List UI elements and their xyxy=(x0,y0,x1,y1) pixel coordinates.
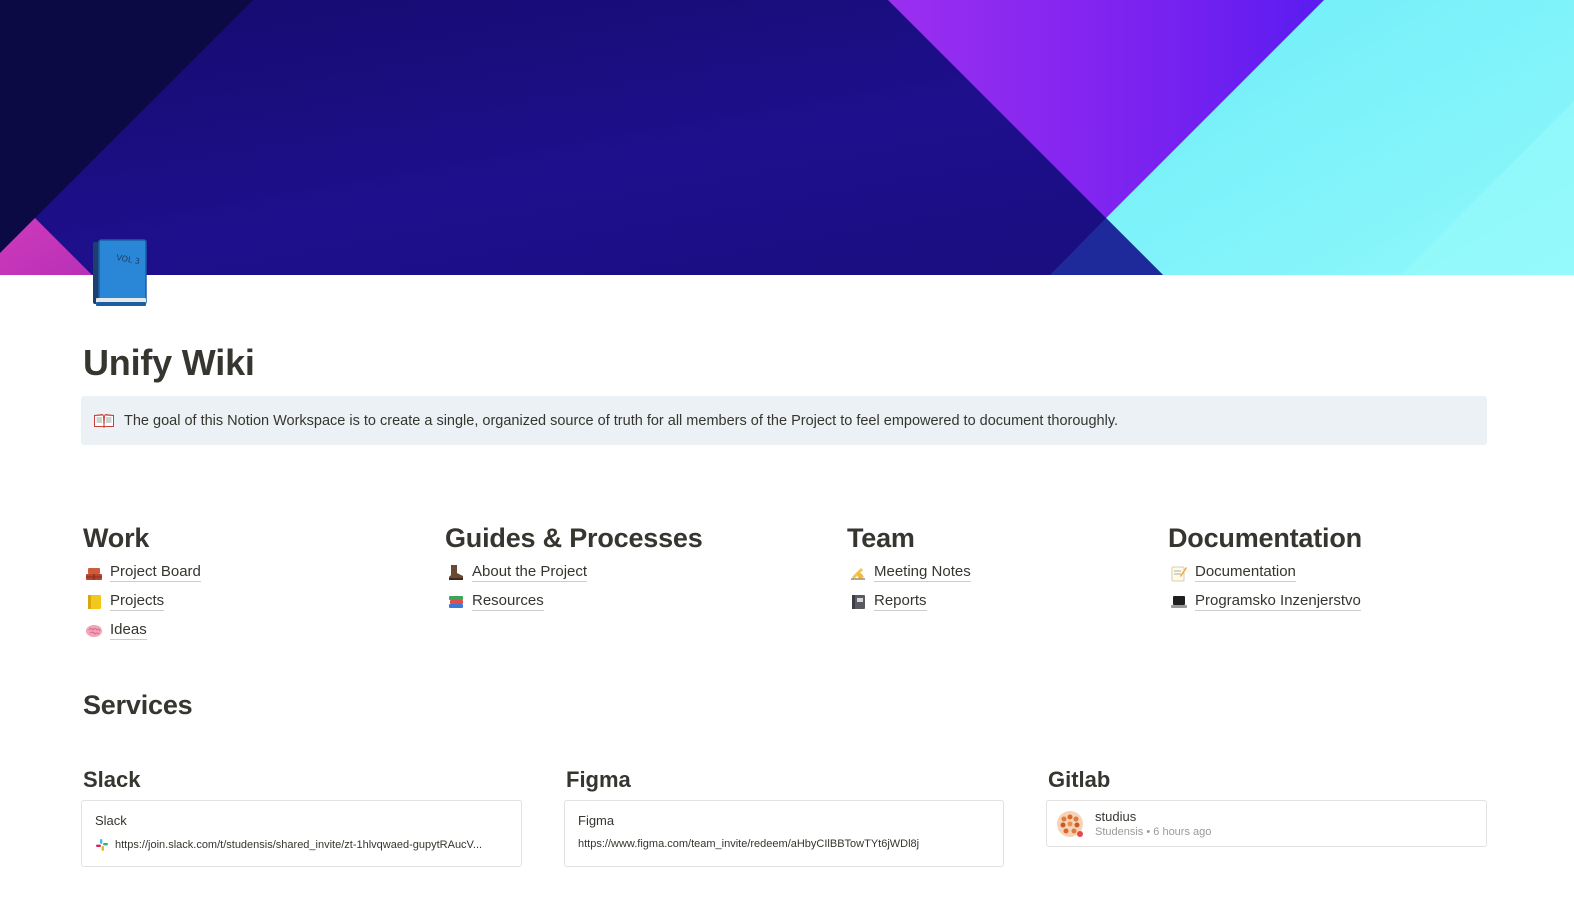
notebook-icon xyxy=(85,593,103,611)
bookmark-url: https://www.figma.com/team_invite/redeem… xyxy=(578,838,920,850)
page-cover[interactable] xyxy=(0,0,1574,275)
link-label[interactable]: Programsko Inzenjerstvo xyxy=(1195,592,1361,611)
books-icon xyxy=(447,593,465,611)
bookmark-title: Slack xyxy=(95,813,127,828)
bookmark-url: https://join.slack.com/t/studensis/share… xyxy=(115,839,483,851)
slack-icon xyxy=(95,838,109,852)
bookmark-title: Figma xyxy=(578,813,615,828)
memo-icon xyxy=(1170,564,1188,582)
service-slack: Slack Slack https://join.slack.com/t/stu… xyxy=(81,764,522,867)
gitlab-mention[interactable]: studius Studensis • 6 hours ago xyxy=(1046,800,1487,847)
column-heading: Documentation xyxy=(1168,523,1362,553)
blue-book-icon[interactable]: VOL 3 xyxy=(90,238,148,308)
boot-icon xyxy=(447,564,465,582)
gitlab-avatar-icon xyxy=(1056,810,1084,838)
link-reports[interactable]: Reports xyxy=(847,587,971,616)
service-gitlab: Gitlab studius Studensis • 6 hours ago xyxy=(1046,764,1487,847)
link-project-board[interactable]: Project Board xyxy=(83,558,201,587)
service-figma: Figma Figma https://www.figma.com/team_i… xyxy=(564,764,1004,867)
link-label[interactable]: About the Project xyxy=(472,563,588,582)
link-ideas[interactable]: Ideas xyxy=(83,616,201,645)
mention-name: studius xyxy=(1095,808,1137,824)
column-heading: Guides & Processes xyxy=(445,523,703,553)
laptop-icon xyxy=(1170,593,1188,611)
column-documentation: Documentation Documentation Programsko I… xyxy=(1168,520,1362,616)
writing-hand-icon xyxy=(849,564,867,582)
bookmark-url-row: https://www.figma.com/team_invite/redeem… xyxy=(578,838,990,850)
link-about-project[interactable]: About the Project xyxy=(445,558,703,587)
link-label[interactable]: Projects xyxy=(110,592,165,611)
link-projects[interactable]: Projects xyxy=(83,587,201,616)
column-work: Work Project Board Projects Ideas xyxy=(83,520,201,645)
service-heading: Figma xyxy=(566,767,631,792)
column-heading: Team xyxy=(847,523,915,553)
link-label[interactable]: Project Board xyxy=(110,563,201,582)
bookmark-url-row: https://join.slack.com/t/studensis/share… xyxy=(95,838,508,852)
link-label[interactable]: Resources xyxy=(472,592,544,611)
services-heading: Services xyxy=(83,690,193,720)
link-documentation[interactable]: Documentation xyxy=(1168,558,1362,587)
service-heading: Gitlab xyxy=(1048,767,1111,792)
brain-icon xyxy=(85,622,103,640)
column-guides: Guides & Processes About the Project Res… xyxy=(445,520,703,616)
callout-text: The goal of this Notion Workspace is to … xyxy=(124,412,1119,429)
figma-bookmark[interactable]: Figma https://www.figma.com/team_invite/… xyxy=(564,800,1004,867)
link-meeting-notes[interactable]: Meeting Notes xyxy=(847,558,971,587)
open-book-icon xyxy=(93,412,115,430)
callout[interactable]: The goal of this Notion Workspace is to … xyxy=(81,396,1487,445)
link-label[interactable]: Meeting Notes xyxy=(874,563,971,582)
link-label[interactable]: Reports xyxy=(874,592,927,611)
column-team: Team Meeting Notes Reports xyxy=(847,520,971,616)
bricks-icon xyxy=(85,564,103,582)
link-resources[interactable]: Resources xyxy=(445,587,703,616)
link-label[interactable]: Documentation xyxy=(1195,563,1296,582)
cover-gradient-art xyxy=(0,0,1574,275)
page-title[interactable]: Unify Wiki xyxy=(83,342,255,384)
link-programsko-inzenjerstvo[interactable]: Programsko Inzenjerstvo xyxy=(1168,587,1362,616)
notebook-with-cover-icon xyxy=(849,593,867,611)
mention-meta: Studensis • 6 hours ago xyxy=(1095,825,1212,838)
column-heading: Work xyxy=(83,523,150,553)
mention-text: studius Studensis • 6 hours ago xyxy=(1095,808,1211,840)
link-label[interactable]: Ideas xyxy=(110,621,147,640)
slack-bookmark[interactable]: Slack https://join.slack.com/t/studensis… xyxy=(81,800,522,867)
service-heading: Slack xyxy=(83,767,141,792)
